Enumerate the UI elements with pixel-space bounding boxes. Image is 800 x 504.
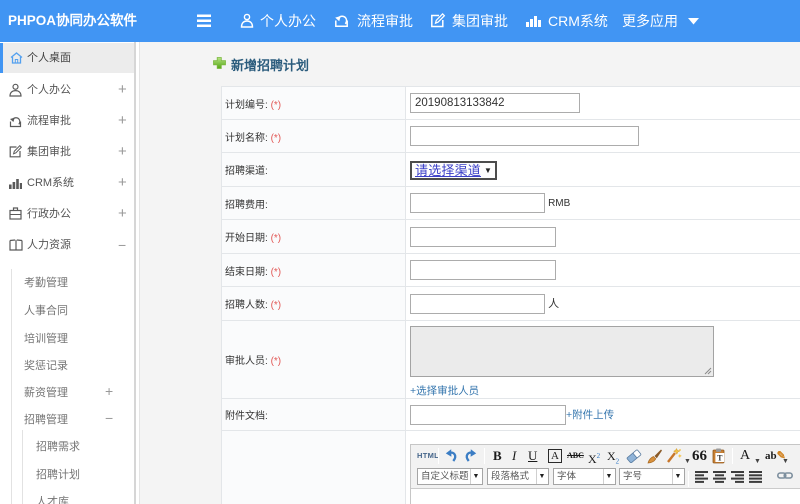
svg-text:T: T xyxy=(717,454,723,463)
